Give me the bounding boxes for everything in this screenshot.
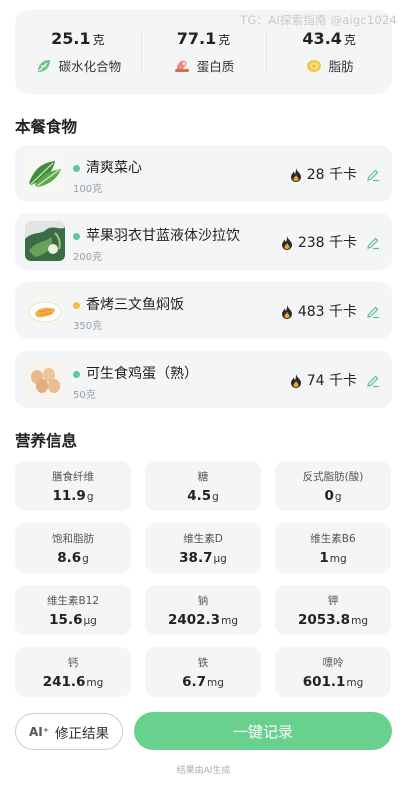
eggs-food-image — [25, 359, 65, 399]
nutrition-cell-trans-fat: 反式脂肪(酸) 0g — [275, 461, 391, 511]
food-status-dot — [73, 233, 80, 240]
correct-result-label: 修正结果 — [55, 725, 110, 742]
watermark: TG：AI探索指南 @aigc1024 — [240, 13, 397, 27]
nutrition-cell-fiber: 膳食纤维 11.9g — [15, 461, 131, 511]
food-name: 可生食鸡蛋（熟） — [86, 366, 198, 382]
fire-icon — [290, 167, 302, 182]
greens-food-image — [25, 153, 65, 193]
fire-icon — [281, 235, 293, 250]
food-amount: 50克 — [73, 390, 96, 401]
nutrition-grid: 膳食纤维 11.9g 糖 4.5g 反式脂肪(酸) 0g 饱和脂肪 8.6g 维生素D 3… — [15, 461, 392, 697]
nutrition-cell-vitamin-b6: 维生素B6 1mg — [275, 523, 391, 573]
food-kcal: 28 千卡 — [306, 167, 357, 183]
nutrition-cell-vitamin-b12: 维生素B12 15.6μg — [15, 585, 131, 635]
macro-carbs: 25.1 克 碳水化合物 — [15, 10, 141, 94]
nutrition-cell-sugar: 糖 4.5g — [145, 461, 261, 511]
food-kcal: 483 千卡 — [297, 304, 357, 320]
edit-pencil-icon[interactable] — [366, 235, 380, 250]
nutrition-cell-vitamin-d: 维生素D 38.7μg — [145, 523, 261, 573]
food-name: 苹果羽衣甘蓝液体沙拉饮 — [86, 228, 240, 244]
edit-pencil-icon[interactable] — [366, 373, 380, 388]
food-amount: 100克 — [73, 184, 103, 195]
one-click-record-button[interactable]: 一键记录 — [134, 712, 392, 750]
nutrition-cell-sodium: 钠 2402.3mg — [145, 585, 261, 635]
food-status-dot — [73, 371, 80, 378]
meal-section-title: 本餐食物 — [15, 118, 78, 136]
food-status-dot — [73, 165, 80, 172]
food-item[interactable]: 可生食鸡蛋（熟） 50克 74 千卡 — [15, 351, 392, 408]
nutrition-cell-saturated-fat: 饱和脂肪 8.6g — [15, 523, 131, 573]
kale-salad-food-image — [25, 221, 65, 261]
macro-label-text: 脂肪 — [328, 59, 354, 74]
food-item[interactable]: 香烤三文鱼焖饭 350克 483 千卡 — [15, 282, 392, 339]
ai-sparkle-icon: AI⁺ — [28, 724, 50, 739]
macro-label-text: 蛋白质 — [196, 59, 235, 74]
nutrition-cell-purine: 嘌呤 601.1mg — [275, 647, 391, 697]
macro-value: 25.1 克 — [51, 29, 105, 48]
nutrition-cell-iron: 铁 6.7mg — [145, 647, 261, 697]
leaf-icon — [35, 57, 53, 75]
nutrition-cell-calcium: 钙 241.6mg — [15, 647, 131, 697]
correct-result-button[interactable]: AI⁺ 修正结果 — [15, 713, 123, 750]
macro-value: 43.4 克 — [302, 29, 356, 48]
food-name: 香烤三文鱼焖饭 — [86, 297, 184, 313]
food-name: 清爽菜心 — [86, 160, 142, 176]
food-status-dot — [73, 302, 80, 309]
ai-generated-note: 结果由AI生成 — [176, 766, 231, 776]
macro-value: 77.1 克 — [176, 29, 231, 48]
fire-icon — [281, 304, 293, 319]
food-kcal: 74 千卡 — [306, 373, 357, 389]
macro-label-text: 碳水化合物 — [58, 59, 122, 74]
food-item[interactable]: 苹果羽衣甘蓝液体沙拉饮 200克 238 千卡 — [15, 213, 392, 270]
nutrition-cell-potassium: 钾 2053.8mg — [275, 585, 391, 635]
fire-icon — [290, 373, 302, 388]
food-amount: 350克 — [73, 321, 103, 332]
meat-icon — [173, 57, 191, 75]
food-amount: 200克 — [73, 252, 103, 263]
fat-drop-icon — [305, 57, 323, 75]
nutrition-section-title: 营养信息 — [15, 432, 78, 450]
edit-pencil-icon[interactable] — [366, 167, 380, 182]
salmon-rice-food-image — [25, 290, 65, 330]
food-kcal: 238 千卡 — [297, 235, 357, 251]
food-item[interactable]: 清爽菜心 100克 28 千卡 — [15, 145, 392, 202]
edit-pencil-icon[interactable] — [366, 304, 380, 319]
